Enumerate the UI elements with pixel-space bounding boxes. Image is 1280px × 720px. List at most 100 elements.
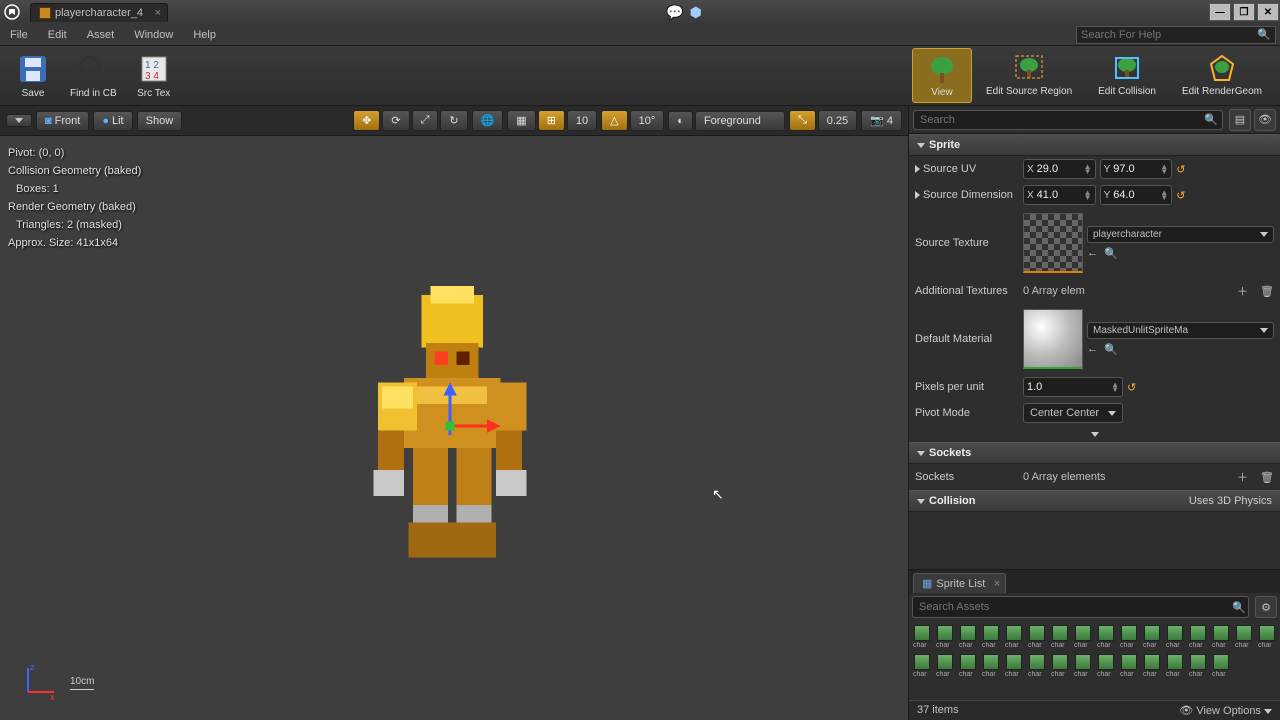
- help-search[interactable]: 🔍: [1076, 26, 1276, 44]
- sprite-list-item[interactable]: char: [959, 625, 977, 649]
- mode-edit-collision[interactable]: Edit Collision: [1086, 48, 1168, 103]
- pivot-mode-select[interactable]: Center Center: [1023, 403, 1123, 423]
- texture-thumbnail[interactable]: [1023, 213, 1083, 273]
- sprite-list-item[interactable]: char: [1097, 625, 1115, 649]
- category-collision[interactable]: CollisionUses 3D Physics: [909, 490, 1280, 512]
- maximize-button[interactable]: ❐: [1233, 3, 1255, 21]
- sprite-list-item[interactable]: char: [1189, 625, 1207, 649]
- sprite-list-item[interactable]: char: [1212, 625, 1230, 649]
- sprite-list-item[interactable]: char: [1097, 654, 1115, 678]
- reset-icon[interactable]: ↺: [1127, 381, 1136, 394]
- document-tab[interactable]: playercharacter_4 ×: [30, 3, 168, 22]
- expand-icon[interactable]: [915, 165, 920, 173]
- src-tex-button[interactable]: 1 23 4 Src Tex: [127, 48, 181, 103]
- sprite-list-item[interactable]: char: [1166, 654, 1184, 678]
- vp-scale-snap[interactable]: ⤡: [789, 110, 816, 131]
- details-eye-icon[interactable]: 👁: [1254, 109, 1276, 131]
- sprite-list-item[interactable]: char: [1028, 625, 1046, 649]
- sprite-list-item[interactable]: char: [1189, 654, 1207, 678]
- vp-lit-button[interactable]: ●Lit: [93, 111, 132, 131]
- viewport[interactable]: Pivot: (0, 0) Collision Geometry (baked)…: [0, 136, 908, 720]
- save-button[interactable]: Save: [6, 48, 60, 103]
- vp-scale-value[interactable]: 0.25: [818, 110, 857, 131]
- sprite-list-item[interactable]: char: [1074, 625, 1092, 649]
- sprite-list-tab[interactable]: ▦ Sprite List ×: [913, 573, 1006, 593]
- mode-edit-source-region[interactable]: Edit Source Region: [974, 48, 1084, 103]
- sprite-list-item[interactable]: char: [936, 654, 954, 678]
- use-selected-icon[interactable]: ←: [1087, 343, 1098, 356]
- vp-layer-toggle[interactable]: ◐: [668, 111, 693, 131]
- category-sprite[interactable]: Sprite: [909, 134, 1280, 156]
- sprite-list-item[interactable]: char: [936, 625, 954, 649]
- details-search-input[interactable]: [913, 110, 1223, 130]
- sprite-list-item[interactable]: char: [1143, 654, 1161, 678]
- vp-cycle[interactable]: ↻: [440, 110, 467, 131]
- menu-file[interactable]: File: [0, 26, 38, 44]
- vp-rotate[interactable]: ⟳: [382, 110, 409, 131]
- expand-advanced-icon[interactable]: [909, 426, 1280, 442]
- add-element-icon[interactable]: ＋: [1237, 283, 1248, 299]
- default-material-dropdown[interactable]: MaskedUnlitSpriteMa: [1087, 322, 1274, 339]
- source-dim-y[interactable]: Y▲▼: [1100, 185, 1173, 205]
- expand-icon[interactable]: [915, 191, 920, 199]
- help-search-input[interactable]: [1081, 29, 1257, 41]
- vp-scale[interactable]: ⤢: [412, 110, 439, 131]
- sprite-list-item[interactable]: char: [1005, 625, 1023, 649]
- reset-icon[interactable]: ↺: [1176, 163, 1185, 176]
- sprite-list-search[interactable]: [912, 596, 1249, 618]
- sprite-list-item[interactable]: char: [982, 625, 1000, 649]
- vp-coord-space[interactable]: 🌐: [472, 110, 504, 131]
- sprite-list-item[interactable]: char: [1120, 654, 1138, 678]
- vp-options-dropdown[interactable]: [6, 114, 32, 127]
- menu-asset[interactable]: Asset: [77, 26, 125, 44]
- minimize-button[interactable]: —: [1209, 3, 1231, 21]
- find-in-cb-button[interactable]: Find in CB: [60, 48, 127, 103]
- package-icon[interactable]: ⬢: [690, 4, 702, 21]
- sprite-list-item[interactable]: char: [1051, 654, 1069, 678]
- mode-edit-rendergeom[interactable]: Edit RenderGeom: [1170, 48, 1274, 103]
- sprite-list-grid[interactable]: char char char char char char char char char char…: [909, 621, 1280, 700]
- tab-close-icon[interactable]: ×: [155, 7, 161, 19]
- view-options-dropdown[interactable]: 👁 View Options: [1179, 704, 1272, 717]
- vp-grid-snap[interactable]: ⊞: [538, 110, 565, 131]
- sprite-list-item[interactable]: char: [982, 654, 1000, 678]
- close-button[interactable]: ✕: [1257, 3, 1279, 21]
- mode-view[interactable]: View: [912, 48, 972, 103]
- clear-array-icon[interactable]: 🗑: [1260, 285, 1274, 298]
- filter-icon[interactable]: ⚙: [1255, 596, 1277, 618]
- clear-array-icon[interactable]: 🗑: [1260, 471, 1274, 484]
- close-icon[interactable]: ×: [994, 578, 1000, 590]
- source-texture-dropdown[interactable]: playercharacter: [1087, 226, 1274, 243]
- sprite-list-item[interactable]: char: [959, 654, 977, 678]
- chat-icon[interactable]: 💬: [666, 4, 683, 21]
- menu-edit[interactable]: Edit: [38, 26, 77, 44]
- add-element-icon[interactable]: ＋: [1237, 469, 1248, 485]
- sprite-list-item[interactable]: char: [1005, 654, 1023, 678]
- sprite-list-item[interactable]: char: [1235, 625, 1253, 649]
- category-sockets[interactable]: Sockets: [909, 442, 1280, 464]
- sprite-list-item[interactable]: char: [1120, 625, 1138, 649]
- ppu-field[interactable]: ▲▼: [1023, 377, 1123, 397]
- browse-icon[interactable]: 🔍: [1104, 247, 1118, 260]
- source-uv-x[interactable]: X▲▼: [1023, 159, 1096, 179]
- sprite-list-item[interactable]: char: [913, 654, 931, 678]
- vp-grid-value[interactable]: 10: [567, 110, 597, 131]
- vp-angle-snap[interactable]: △: [601, 110, 627, 131]
- sprite-list-item[interactable]: char: [1143, 625, 1161, 649]
- sprite-list-item[interactable]: char: [913, 625, 931, 649]
- vp-layer-select[interactable]: Foreground: [695, 111, 785, 131]
- sprite-list-item[interactable]: char: [1074, 654, 1092, 678]
- vp-camera-speed[interactable]: 📷 4: [861, 110, 902, 131]
- browse-icon[interactable]: 🔍: [1104, 343, 1118, 356]
- vp-surface-snap[interactable]: ▦: [507, 110, 535, 131]
- details-grid-icon[interactable]: ▤: [1229, 109, 1251, 131]
- vp-show-button[interactable]: Show: [137, 111, 183, 131]
- vp-front-button[interactable]: ◙Front: [36, 111, 89, 131]
- sprite-list-item[interactable]: char: [1028, 654, 1046, 678]
- menu-window[interactable]: Window: [124, 26, 183, 44]
- sprite-list-item[interactable]: char: [1051, 625, 1069, 649]
- source-dim-x[interactable]: X▲▼: [1023, 185, 1096, 205]
- sprite-list-item[interactable]: char: [1212, 654, 1230, 678]
- source-uv-y[interactable]: Y▲▼: [1100, 159, 1173, 179]
- material-thumbnail[interactable]: [1023, 309, 1083, 369]
